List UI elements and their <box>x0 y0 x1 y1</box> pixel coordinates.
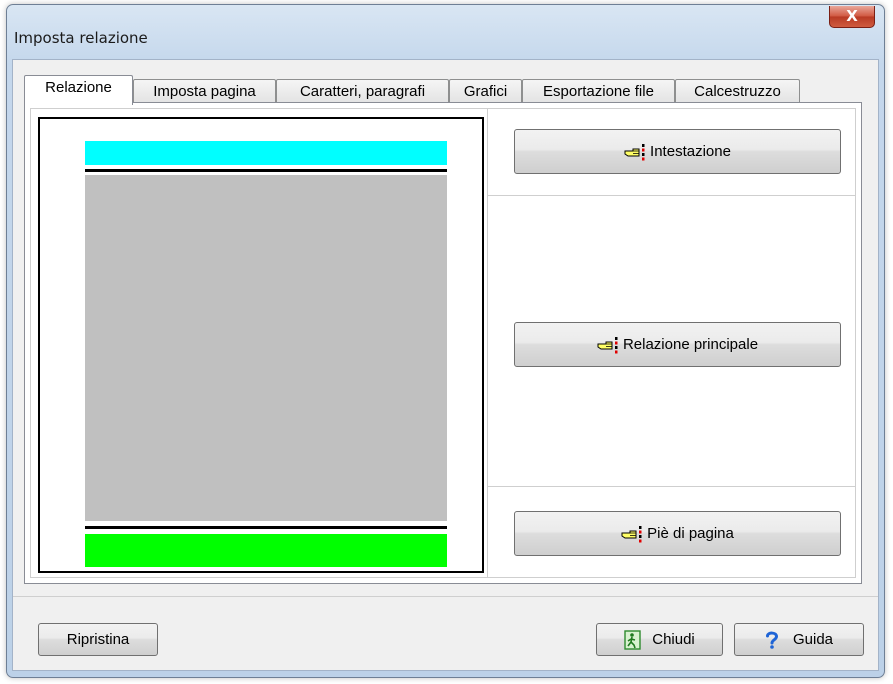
tab-grafici[interactable]: Grafici <box>449 79 522 103</box>
horizontal-divider-bottom <box>488 486 855 487</box>
tab-relazione[interactable]: Relazione <box>24 75 133 105</box>
chiudi-button[interactable]: Chiudi <box>596 623 723 656</box>
title-bar[interactable]: Imposta relazione X <box>7 5 884 59</box>
pointing-hand-icon <box>621 525 643 543</box>
relazione-principale-button[interactable]: Relazione principale <box>514 322 841 367</box>
relazione-principale-label: Relazione principale <box>622 336 759 353</box>
dialog-window: Imposta relazione X Relazione Imposta pa… <box>6 4 885 678</box>
close-icon: X <box>846 7 858 25</box>
preview-footer-area <box>85 534 447 567</box>
pie-di-pagina-label: Piè di pagina <box>647 525 734 542</box>
preview-header-separator <box>85 169 447 172</box>
page-preview <box>38 117 484 573</box>
preview-header-area <box>85 141 447 165</box>
preview-footer-separator <box>85 526 447 529</box>
tab-calcestruzzo[interactable]: Calcestruzzo <box>675 79 800 103</box>
horizontal-divider-top <box>488 195 855 196</box>
pie-di-pagina-button[interactable]: Piè di pagina <box>514 511 841 556</box>
intestazione-button[interactable]: Intestazione <box>514 129 841 174</box>
vertical-divider <box>487 109 488 577</box>
guida-button[interactable]: Guida <box>734 623 864 656</box>
close-window-button[interactable]: X <box>829 6 875 28</box>
pointing-hand-icon <box>624 143 646 161</box>
pointing-hand-icon <box>597 336 619 354</box>
chiudi-label: Chiudi <box>652 631 695 648</box>
exit-door-icon <box>624 629 642 650</box>
window-title: Imposta relazione <box>14 29 148 47</box>
preview-body-area <box>85 175 447 521</box>
guida-label: Guida <box>792 631 834 648</box>
question-mark-icon <box>765 630 779 650</box>
tab-esportazione-file[interactable]: Esportazione file <box>522 79 675 103</box>
tab-panel-relazione: Intestazione Relazione principale Piè di… <box>24 102 862 584</box>
tab-imposta-pagina[interactable]: Imposta pagina <box>133 79 276 103</box>
ripristina-button[interactable]: Ripristina <box>38 623 158 656</box>
bottom-separator <box>13 596 878 597</box>
dialog-client-area: Relazione Imposta pagina Caratteri, para… <box>12 59 879 671</box>
intestazione-label: Intestazione <box>650 143 731 160</box>
tab-caratteri-paragrafi[interactable]: Caratteri, paragrafi <box>276 79 449 103</box>
ripristina-label: Ripristina <box>66 631 130 648</box>
layout-frame: Intestazione Relazione principale Piè di… <box>30 108 856 578</box>
